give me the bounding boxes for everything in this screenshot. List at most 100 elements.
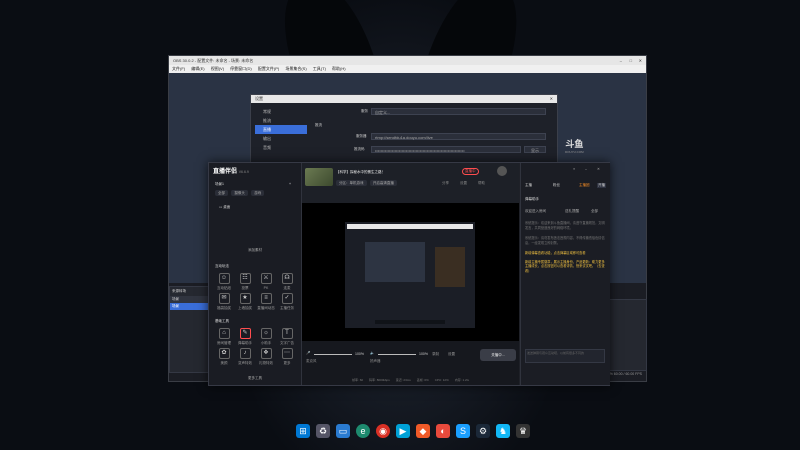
obs-menubar: 文件(F) 编辑(E) 视图(V) 停靠窗口(D) 配置文件(P) 场景集合(S…: [169, 65, 646, 73]
scene-item-selected[interactable]: 场景: [170, 303, 210, 310]
chat-tab-welcome[interactable]: 欢迎进入房间: [525, 209, 546, 214]
tool-room-feed[interactable]: ≡ 直播间动态: [257, 293, 275, 311]
add-material-button[interactable]: 添加素材: [215, 248, 295, 253]
more-icon: ⋯: [281, 348, 293, 359]
menu-scene-collection[interactable]: 场景集合(S): [285, 66, 306, 71]
record-button[interactable]: 录制: [432, 352, 439, 357]
maximize-icon[interactable]: □: [630, 56, 632, 65]
source-item[interactable]: ▭ 桌面: [219, 205, 230, 210]
source-tab-game[interactable]: 游戏: [251, 190, 265, 196]
server-input[interactable]: rtmp://sendfdu1a.douyu.com/live: [371, 133, 546, 140]
stat-latency: 延迟: 23ms: [395, 378, 411, 382]
menu-file[interactable]: 文件(F): [172, 66, 185, 71]
speaker-label: 扬声器: [370, 359, 381, 363]
menu-docks[interactable]: 停靠窗口(D): [230, 66, 252, 71]
feed-icon: ≡: [260, 293, 272, 304]
tool-pk[interactable]: ⚔ PK: [257, 273, 275, 291]
add-scene-button[interactable]: +: [289, 182, 291, 186]
qq-icon[interactable]: ♞: [496, 424, 510, 438]
tool-room-manage[interactable]: ⌂ 房间管理: [215, 328, 233, 346]
right-tab-fans[interactable]: 粉丝: [553, 183, 560, 188]
stream-tag-category[interactable]: 分区：单机游戏: [336, 180, 367, 186]
more-tools-link[interactable]: 更多工具: [215, 376, 295, 381]
stream-key-input[interactable]: ••••••••••••••••••••••••••••••••••••••••…: [371, 146, 521, 153]
edge-icon[interactable]: e: [356, 424, 370, 438]
tool-sticker[interactable]: ☺ 互动贴纸: [215, 273, 233, 291]
tool-vote[interactable]: ☷ 投票: [236, 273, 254, 291]
menu-view[interactable]: 视图(V): [211, 66, 224, 71]
mic-slider[interactable]: [314, 354, 352, 355]
speaker-slider[interactable]: [378, 354, 416, 355]
source-tab-camera[interactable]: 摄像头: [231, 190, 248, 196]
minimize-icon[interactable]: –: [620, 56, 622, 65]
right-tab-streamer[interactable]: 主播: [525, 183, 532, 188]
settings-nav-output[interactable]: 输出: [255, 134, 307, 143]
close-icon[interactable]: ✕: [639, 56, 642, 65]
scene-item[interactable]: 场景: [170, 296, 210, 303]
stop-live-button[interactable]: 关播中...: [480, 349, 516, 361]
settings-nav-live[interactable]: 直播: [255, 125, 307, 134]
danmaku-icon: ✎: [239, 328, 251, 339]
source-tab-all[interactable]: 全部: [215, 190, 228, 196]
tool-danmaku[interactable]: ✎ 弹幕助手: [236, 328, 254, 346]
tool-text-ad[interactable]: T 文字广告: [278, 328, 296, 346]
menu-profile[interactable]: 配置文件(P): [258, 66, 279, 71]
stream-tag-hd[interactable]: 开启高清直播: [369, 180, 397, 186]
menu-help[interactable]: 帮助(H): [332, 66, 346, 71]
tool-more[interactable]: ⋯ 更多: [278, 348, 296, 366]
tool-voice-fx[interactable]: ♪ 变声特效: [236, 348, 254, 366]
menu-edit[interactable]: 编辑(E): [191, 66, 204, 71]
service-select[interactable]: 自定义...: [371, 108, 546, 115]
header-settings-icon[interactable]: 设置: [460, 181, 467, 186]
tool-lucky-bag[interactable]: ✉ 福袋抽奖: [215, 293, 233, 311]
tool-vote-label: 投票: [241, 286, 249, 290]
avatar[interactable]: [497, 166, 507, 176]
menu-tools[interactable]: 工具(T): [313, 66, 326, 71]
speaker-icon[interactable]: 🔈: [370, 351, 374, 355]
recycle-bin-icon[interactable]: ♻: [316, 424, 330, 438]
douyu-watermark: 斗鱼 DOUYU.COM: [565, 137, 584, 154]
window-menu-icon[interactable]: ≡: [573, 167, 575, 171]
douyu-app-icon[interactable]: ◐: [436, 424, 450, 438]
chat-input[interactable]: 发送弹幕与观众互动吧，以前有很多不同的: [525, 349, 605, 363]
game-icon[interactable]: ♛: [516, 424, 530, 438]
obs-controls-panel: [609, 299, 647, 371]
server-label: 服务器: [356, 134, 367, 138]
tool-task[interactable]: ✓ 主播任务: [278, 293, 296, 311]
settings-nav-general[interactable]: 常规: [255, 107, 307, 116]
chrome-icon[interactable]: ◉: [376, 424, 390, 438]
sogou-icon[interactable]: S: [456, 424, 470, 438]
show-key-button[interactable]: 显示: [524, 146, 546, 153]
chat-tab-gifts[interactable]: 送礼提醒: [565, 209, 579, 214]
tool-room-manage-label: 房间管理: [217, 341, 231, 345]
right-tab-group[interactable]: 主播团: [579, 183, 590, 188]
share-icon[interactable]: 分享: [442, 181, 449, 186]
help-icon[interactable]: 帮助: [478, 181, 485, 186]
tool-lottery[interactable]: ★ 上墙抽奖: [236, 293, 254, 311]
preview-settings-button[interactable]: 设置: [448, 352, 455, 357]
mic-icon[interactable]: 🎤: [306, 351, 310, 355]
settings-nav-audio[interactable]: 音频: [255, 143, 307, 152]
steam-icon[interactable]: ⚙: [476, 424, 490, 438]
tool-helper[interactable]: ☼ 小助手: [257, 328, 275, 346]
obs-scenes-panel: 来源转场 场景 场景: [169, 286, 211, 373]
scene-header[interactable]: 场景1: [215, 182, 224, 187]
app-icon[interactable]: ◆: [416, 424, 430, 438]
tool-gift-fx[interactable]: ❖ 礼物特效: [257, 348, 275, 366]
window-close-icon[interactable]: ✕: [597, 167, 600, 171]
desktop-icon[interactable]: ▭: [336, 424, 350, 438]
chat-tab-all[interactable]: 全部: [591, 209, 598, 214]
stat-bitrate: 码率: 8000kbps: [369, 378, 390, 382]
stream-title[interactable]: 【科学】探秘水中的蛋生之路！: [336, 170, 385, 175]
stream-cover-thumbnail[interactable]: [305, 168, 333, 186]
tool-mic-link[interactable]: ☊ 连麦: [278, 273, 296, 291]
settings-close-icon[interactable]: ✕: [550, 95, 553, 103]
window-minimize-icon[interactable]: –: [585, 167, 587, 171]
interaction-tools-row1: ☺ 互动贴纸 ☷ 投票 ⚔ PK ☊ 连麦: [215, 273, 296, 291]
settings-nav-stream[interactable]: 推流: [255, 116, 307, 125]
tool-beauty[interactable]: ✿ 美颜: [215, 348, 233, 366]
start-icon[interactable]: ⊞: [296, 424, 310, 438]
right-tab-live[interactable]: 开播: [597, 183, 606, 188]
chat-message-highlight: 新增主播专属徽章，展示主播身份，产品更新：助力更多主播成长，点击按钮可以查看详情…: [525, 259, 605, 273]
bilibili-icon[interactable]: ▶: [396, 424, 410, 438]
